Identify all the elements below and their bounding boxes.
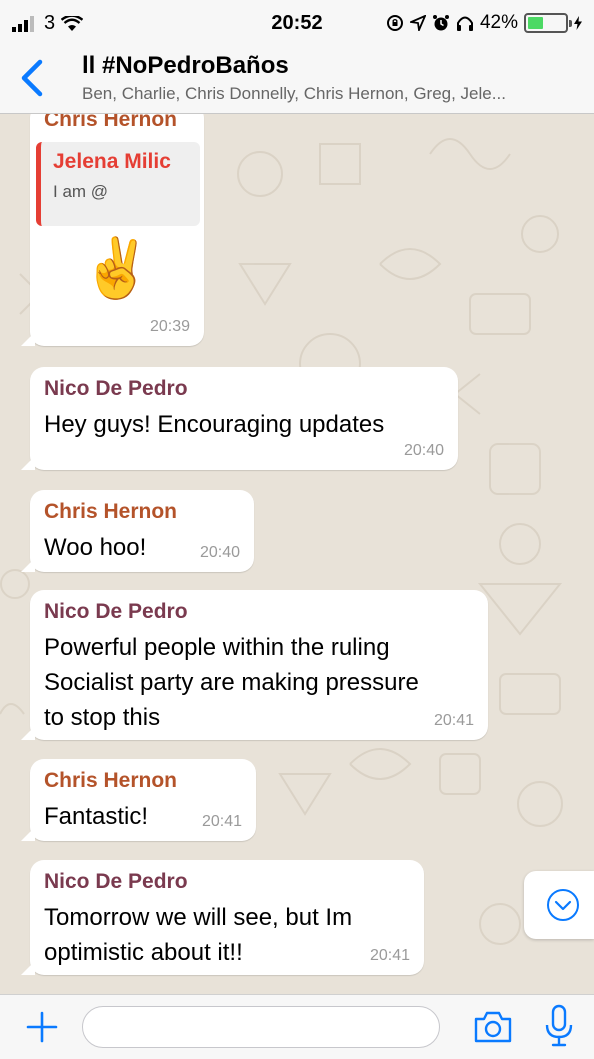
message-text: Hey guys! Encouraging updates bbox=[44, 411, 385, 438]
quoted-text: I am @ bbox=[53, 182, 109, 201]
sender-name: Chris Hernon bbox=[44, 114, 178, 131]
message-line: to stop this bbox=[44, 704, 161, 731]
bubble-tail bbox=[21, 558, 35, 572]
battery-fill bbox=[528, 17, 544, 29]
battery-percent: 42% bbox=[479, 12, 518, 33]
message-line: Tomorrow we will see, but Im bbox=[44, 904, 353, 931]
charging-icon bbox=[574, 16, 582, 30]
chat-area[interactable]: Chris Hernon Jelena Milic I am @ ✌️ 20:3… bbox=[0, 114, 594, 994]
victory-hand-emoji: ✌️ bbox=[80, 236, 154, 301]
input-bar bbox=[0, 994, 594, 1059]
message-bubble[interactable]: Chris Hernon Woo hoo! 20:40 bbox=[21, 490, 254, 572]
bubble-tail bbox=[21, 332, 35, 346]
sender-name: Nico De Pedro bbox=[44, 377, 188, 400]
message-bubble[interactable]: Chris Hernon Fantastic! 20:41 bbox=[21, 759, 256, 841]
message-time: 20:41 bbox=[369, 947, 410, 964]
message-bubble[interactable]: Nico De Pedro Powerful people within the… bbox=[21, 590, 488, 740]
alarm-icon bbox=[432, 15, 449, 31]
bubble-tail bbox=[21, 456, 35, 470]
headphones-icon bbox=[456, 16, 473, 31]
microphone-icon[interactable] bbox=[544, 1003, 574, 1049]
group-title[interactable]: ll #NoPedroBaños bbox=[82, 52, 289, 80]
bubble-tail bbox=[21, 827, 35, 841]
message-line: optimistic about it!! bbox=[44, 939, 243, 966]
quoted-sender: Jelena Milic bbox=[53, 150, 171, 173]
message-time: 20:41 bbox=[433, 712, 474, 729]
group-participants[interactable]: Ben, Charlie, Chris Donnelly, Chris Hern… bbox=[82, 84, 582, 104]
sender-name: Nico De Pedro bbox=[44, 600, 188, 623]
message-time: 20:40 bbox=[403, 442, 444, 459]
quoted-message[interactable]: Jelena Milic I am @ bbox=[36, 142, 200, 226]
battery-icon bbox=[524, 13, 572, 33]
message-time: 20:39 bbox=[149, 318, 190, 335]
status-right: 42% bbox=[386, 12, 582, 34]
scroll-to-bottom-button[interactable] bbox=[524, 871, 594, 939]
message-bubble[interactable]: Nico De Pedro Hey guys! Encouraging upda… bbox=[21, 367, 458, 470]
sender-name: Chris Hernon bbox=[44, 500, 178, 523]
message-line: Socialist party are making pressure bbox=[44, 669, 419, 696]
message-input[interactable] bbox=[82, 1006, 440, 1048]
chevron-down-circle-icon bbox=[547, 889, 579, 921]
message-bubble[interactable]: Chris Hernon Jelena Milic I am @ ✌️ 20:3… bbox=[21, 114, 204, 346]
plus-icon[interactable] bbox=[24, 1009, 60, 1045]
back-chevron-icon[interactable] bbox=[14, 56, 48, 100]
sender-name: Nico De Pedro bbox=[44, 870, 188, 893]
bubble-tail bbox=[21, 961, 35, 975]
message-time: 20:41 bbox=[201, 813, 242, 830]
message-bubble[interactable]: Nico De Pedro Tomorrow we will see, but … bbox=[21, 860, 424, 975]
status-bar: 3 20:52 42% bbox=[0, 0, 594, 44]
camera-icon[interactable] bbox=[472, 1007, 514, 1047]
bubble-tail bbox=[21, 726, 35, 740]
rotation-lock-icon bbox=[386, 15, 403, 31]
message-time: 20:40 bbox=[199, 544, 240, 561]
location-icon bbox=[409, 15, 426, 31]
message-line: Powerful people within the ruling bbox=[44, 634, 390, 661]
sender-name: Chris Hernon bbox=[44, 769, 178, 792]
chat-header: ll #NoPedroBaños Ben, Charlie, Chris Don… bbox=[0, 44, 594, 114]
